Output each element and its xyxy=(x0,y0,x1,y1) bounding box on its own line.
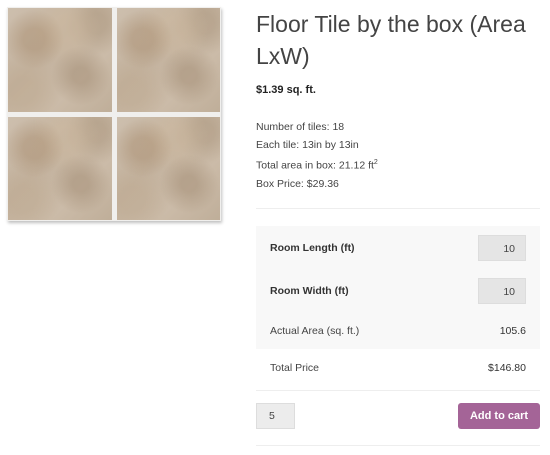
room-length-input[interactable]: 10 xyxy=(478,234,526,261)
product-title: Floor Tile by the box (Area LxW) xyxy=(256,11,526,69)
box-area-text: Total area in box: 21.12 ft xyxy=(256,159,374,172)
room-width-row: Room Width (ft) 10 xyxy=(256,269,540,312)
tile-quadrant xyxy=(8,116,112,220)
room-width-input[interactable]: 10 xyxy=(478,277,526,304)
total-price-value: $146.80 xyxy=(488,361,526,374)
tile-quadrant xyxy=(116,116,220,220)
divider xyxy=(256,390,540,391)
actual-area-row: Actual Area (sq. ft.) 105.6 xyxy=(256,312,540,349)
tile-size: Each tile: 13in by 13in xyxy=(256,139,359,151)
room-width-label: Room Width (ft) xyxy=(270,284,349,297)
box-price: Box Price: $29.36 xyxy=(256,177,339,190)
add-to-cart-button[interactable]: Add to cart xyxy=(458,403,540,429)
tile-quadrant xyxy=(8,8,112,112)
area-calculator: Room Length (ft) 10 Room Width (ft) 10 A… xyxy=(256,226,540,386)
product-price: $1.39 sq. ft. xyxy=(256,84,316,96)
box-area-unit-exponent: 2 xyxy=(373,159,378,166)
total-price-label: Total Price xyxy=(270,361,320,374)
box-area: Total area in box: 21.12 ft2 xyxy=(256,154,378,175)
quantity-input[interactable]: 5 xyxy=(256,403,295,429)
product-details: Number of tiles: 18 Each tile: 13in by 1… xyxy=(256,118,378,193)
tile-quadrant xyxy=(116,8,220,112)
divider xyxy=(256,445,540,446)
divider xyxy=(256,208,540,209)
product-image[interactable] xyxy=(7,7,221,221)
actual-area-value: 105.6 xyxy=(499,324,526,337)
total-price-row: Total Price $146.80 xyxy=(256,349,540,386)
actual-area-label: Actual Area (sq. ft.) xyxy=(270,324,360,337)
room-length-row: Room Length (ft) 10 xyxy=(256,226,540,269)
room-length-label: Room Length (ft) xyxy=(270,241,355,254)
tile-count: Number of tiles: 18 xyxy=(256,121,345,133)
